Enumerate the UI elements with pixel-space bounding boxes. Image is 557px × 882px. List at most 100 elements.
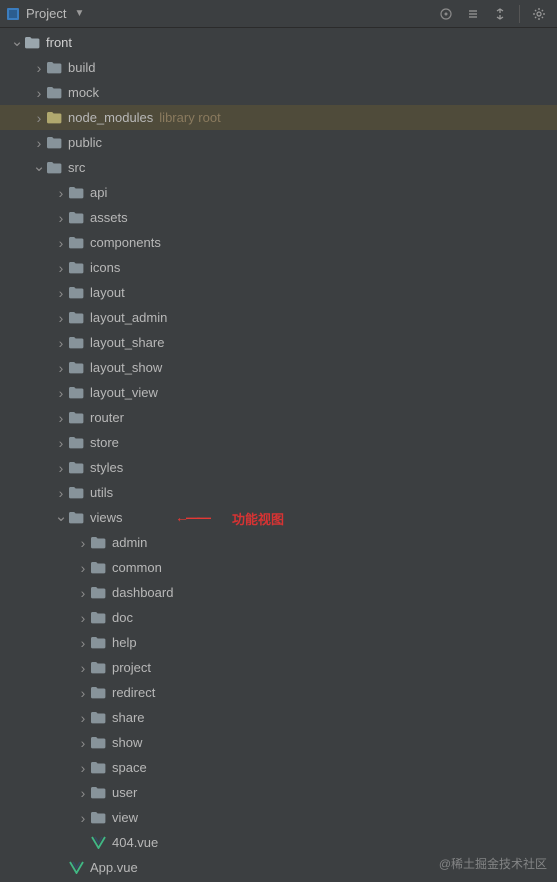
chevron-down-icon[interactable]: ⌄: [32, 157, 46, 175]
tree-item[interactable]: ›layout_share: [0, 330, 557, 355]
tree-item[interactable]: ›icons: [0, 255, 557, 280]
tree-item[interactable]: ›404.vue: [0, 830, 557, 855]
tree-item[interactable]: ⌄views: [0, 505, 557, 530]
tree-item[interactable]: › layout_admin: [0, 305, 557, 330]
tree-item[interactable]: ›styles: [0, 455, 557, 480]
tree-item-label: store: [90, 435, 119, 450]
chevron-right-icon[interactable]: ›: [54, 285, 68, 301]
tree-item[interactable]: ›App.vue: [0, 855, 557, 880]
chevron-right-icon[interactable]: ›: [54, 260, 68, 276]
tree-item[interactable]: › router: [0, 405, 557, 430]
chevron-right-icon[interactable]: ›: [76, 660, 90, 676]
folder-icon: [68, 511, 84, 525]
chevron-right-icon[interactable]: ›: [54, 360, 68, 376]
chevron-right-icon[interactable]: ›: [76, 585, 90, 601]
locate-icon[interactable]: [434, 2, 458, 26]
tree-item-label: doc: [112, 610, 133, 625]
tree-item[interactable]: ⌄src: [0, 155, 557, 180]
tree-item[interactable]: ›layout_show: [0, 355, 557, 380]
chevron-right-icon[interactable]: ›: [54, 410, 68, 426]
tree-item[interactable]: › redirect: [0, 680, 557, 705]
chevron-down-icon[interactable]: ⌄: [54, 507, 68, 525]
chevron-right-icon[interactable]: ›: [54, 485, 68, 501]
chevron-right-icon[interactable]: ›: [32, 85, 46, 101]
chevron-right-icon[interactable]: ›: [32, 135, 46, 151]
folder-icon: [90, 586, 106, 600]
folder-icon: [90, 611, 106, 625]
folder-icon: [68, 436, 84, 450]
tree-item[interactable]: › public: [0, 130, 557, 155]
tree-item[interactable]: ›build: [0, 55, 557, 80]
chevron-right-icon[interactable]: ›: [54, 460, 68, 476]
tree-item[interactable]: ›layout_view: [0, 380, 557, 405]
tree-item-label: space: [112, 760, 147, 775]
folder-icon: [90, 811, 106, 825]
folder-icon: [68, 461, 84, 475]
tree-item-label: project: [112, 660, 151, 675]
tree-item[interactable]: ›assets: [0, 205, 557, 230]
tree-item[interactable]: ›node_moduleslibrary root: [0, 105, 557, 130]
tree-item[interactable]: ›api: [0, 180, 557, 205]
tree-item[interactable]: ›view: [0, 805, 557, 830]
chevron-right-icon[interactable]: ›: [54, 310, 68, 326]
chevron-right-icon[interactable]: ›: [54, 185, 68, 201]
folder-icon: [68, 211, 84, 225]
vue-file-icon: [90, 836, 106, 850]
tree-item[interactable]: ›common: [0, 555, 557, 580]
tree-item-label: public: [68, 135, 102, 150]
folder-icon: [90, 686, 106, 700]
vue-file-icon: [68, 861, 84, 875]
chevron-right-icon[interactable]: ›: [76, 610, 90, 626]
tree-item-label: redirect: [112, 685, 155, 700]
project-tree: ⌄ front ›build›mock›node_moduleslibrary ro…: [0, 28, 557, 880]
tree-item[interactable]: › project: [0, 655, 557, 680]
chevron-right-icon[interactable]: ›: [54, 385, 68, 401]
tree-item[interactable]: › store: [0, 430, 557, 455]
tree-item[interactable]: ›mock: [0, 80, 557, 105]
tree-item[interactable]: ›dashboard: [0, 580, 557, 605]
tree-item[interactable]: › doc: [0, 605, 557, 630]
collapse-all-icon[interactable]: [488, 2, 512, 26]
tree-item[interactable]: ›components: [0, 230, 557, 255]
chevron-right-icon[interactable]: ›: [76, 685, 90, 701]
tree-item[interactable]: › layout: [0, 280, 557, 305]
chevron-right-icon[interactable]: ›: [76, 635, 90, 651]
chevron-right-icon[interactable]: ›: [76, 785, 90, 801]
folder-icon: [68, 286, 84, 300]
chevron-right-icon[interactable]: ›: [76, 810, 90, 826]
chevron-right-icon[interactable]: ›: [54, 335, 68, 351]
chevron-right-icon[interactable]: ›: [76, 710, 90, 726]
tree-item-label: layout: [90, 285, 125, 300]
chevron-right-icon[interactable]: ›: [32, 60, 46, 76]
tree-item[interactable]: › show: [0, 730, 557, 755]
chevron-right-icon[interactable]: ›: [76, 735, 90, 751]
chevron-right-icon[interactable]: ›: [76, 560, 90, 576]
expand-all-icon[interactable]: [461, 2, 485, 26]
chevron-right-icon[interactable]: ›: [76, 760, 90, 776]
chevron-right-icon[interactable]: ›: [54, 235, 68, 251]
tree-item[interactable]: ›user: [0, 780, 557, 805]
chevron-right-icon[interactable]: ›: [76, 535, 90, 551]
tree-item-label: help: [112, 635, 137, 650]
tree-item-label: router: [90, 410, 124, 425]
tree-item-label: utils: [90, 485, 113, 500]
chevron-right-icon[interactable]: ›: [54, 210, 68, 226]
panel-title-group[interactable]: Project ▼: [6, 6, 84, 21]
chevron-down-icon[interactable]: ⌄: [10, 32, 24, 50]
gear-icon[interactable]: [527, 2, 551, 26]
folder-icon: [68, 261, 84, 275]
tree-item-label: show: [112, 735, 142, 750]
tree-item[interactable]: › help: [0, 630, 557, 655]
tree-item-label: front: [46, 35, 72, 50]
folder-icon: [68, 311, 84, 325]
chevron-right-icon[interactable]: ›: [32, 110, 46, 126]
tree-item[interactable]: ›admin: [0, 530, 557, 555]
tree-item[interactable]: › utils: [0, 480, 557, 505]
tree-item[interactable]: › space: [0, 755, 557, 780]
tree-item[interactable]: ›share: [0, 705, 557, 730]
folder-icon: [68, 386, 84, 400]
chevron-right-icon[interactable]: ›: [54, 435, 68, 451]
tree-item-label: layout_admin: [90, 310, 167, 325]
folder-icon: [68, 411, 84, 425]
tree-item[interactable]: ⌄ front: [0, 30, 557, 55]
